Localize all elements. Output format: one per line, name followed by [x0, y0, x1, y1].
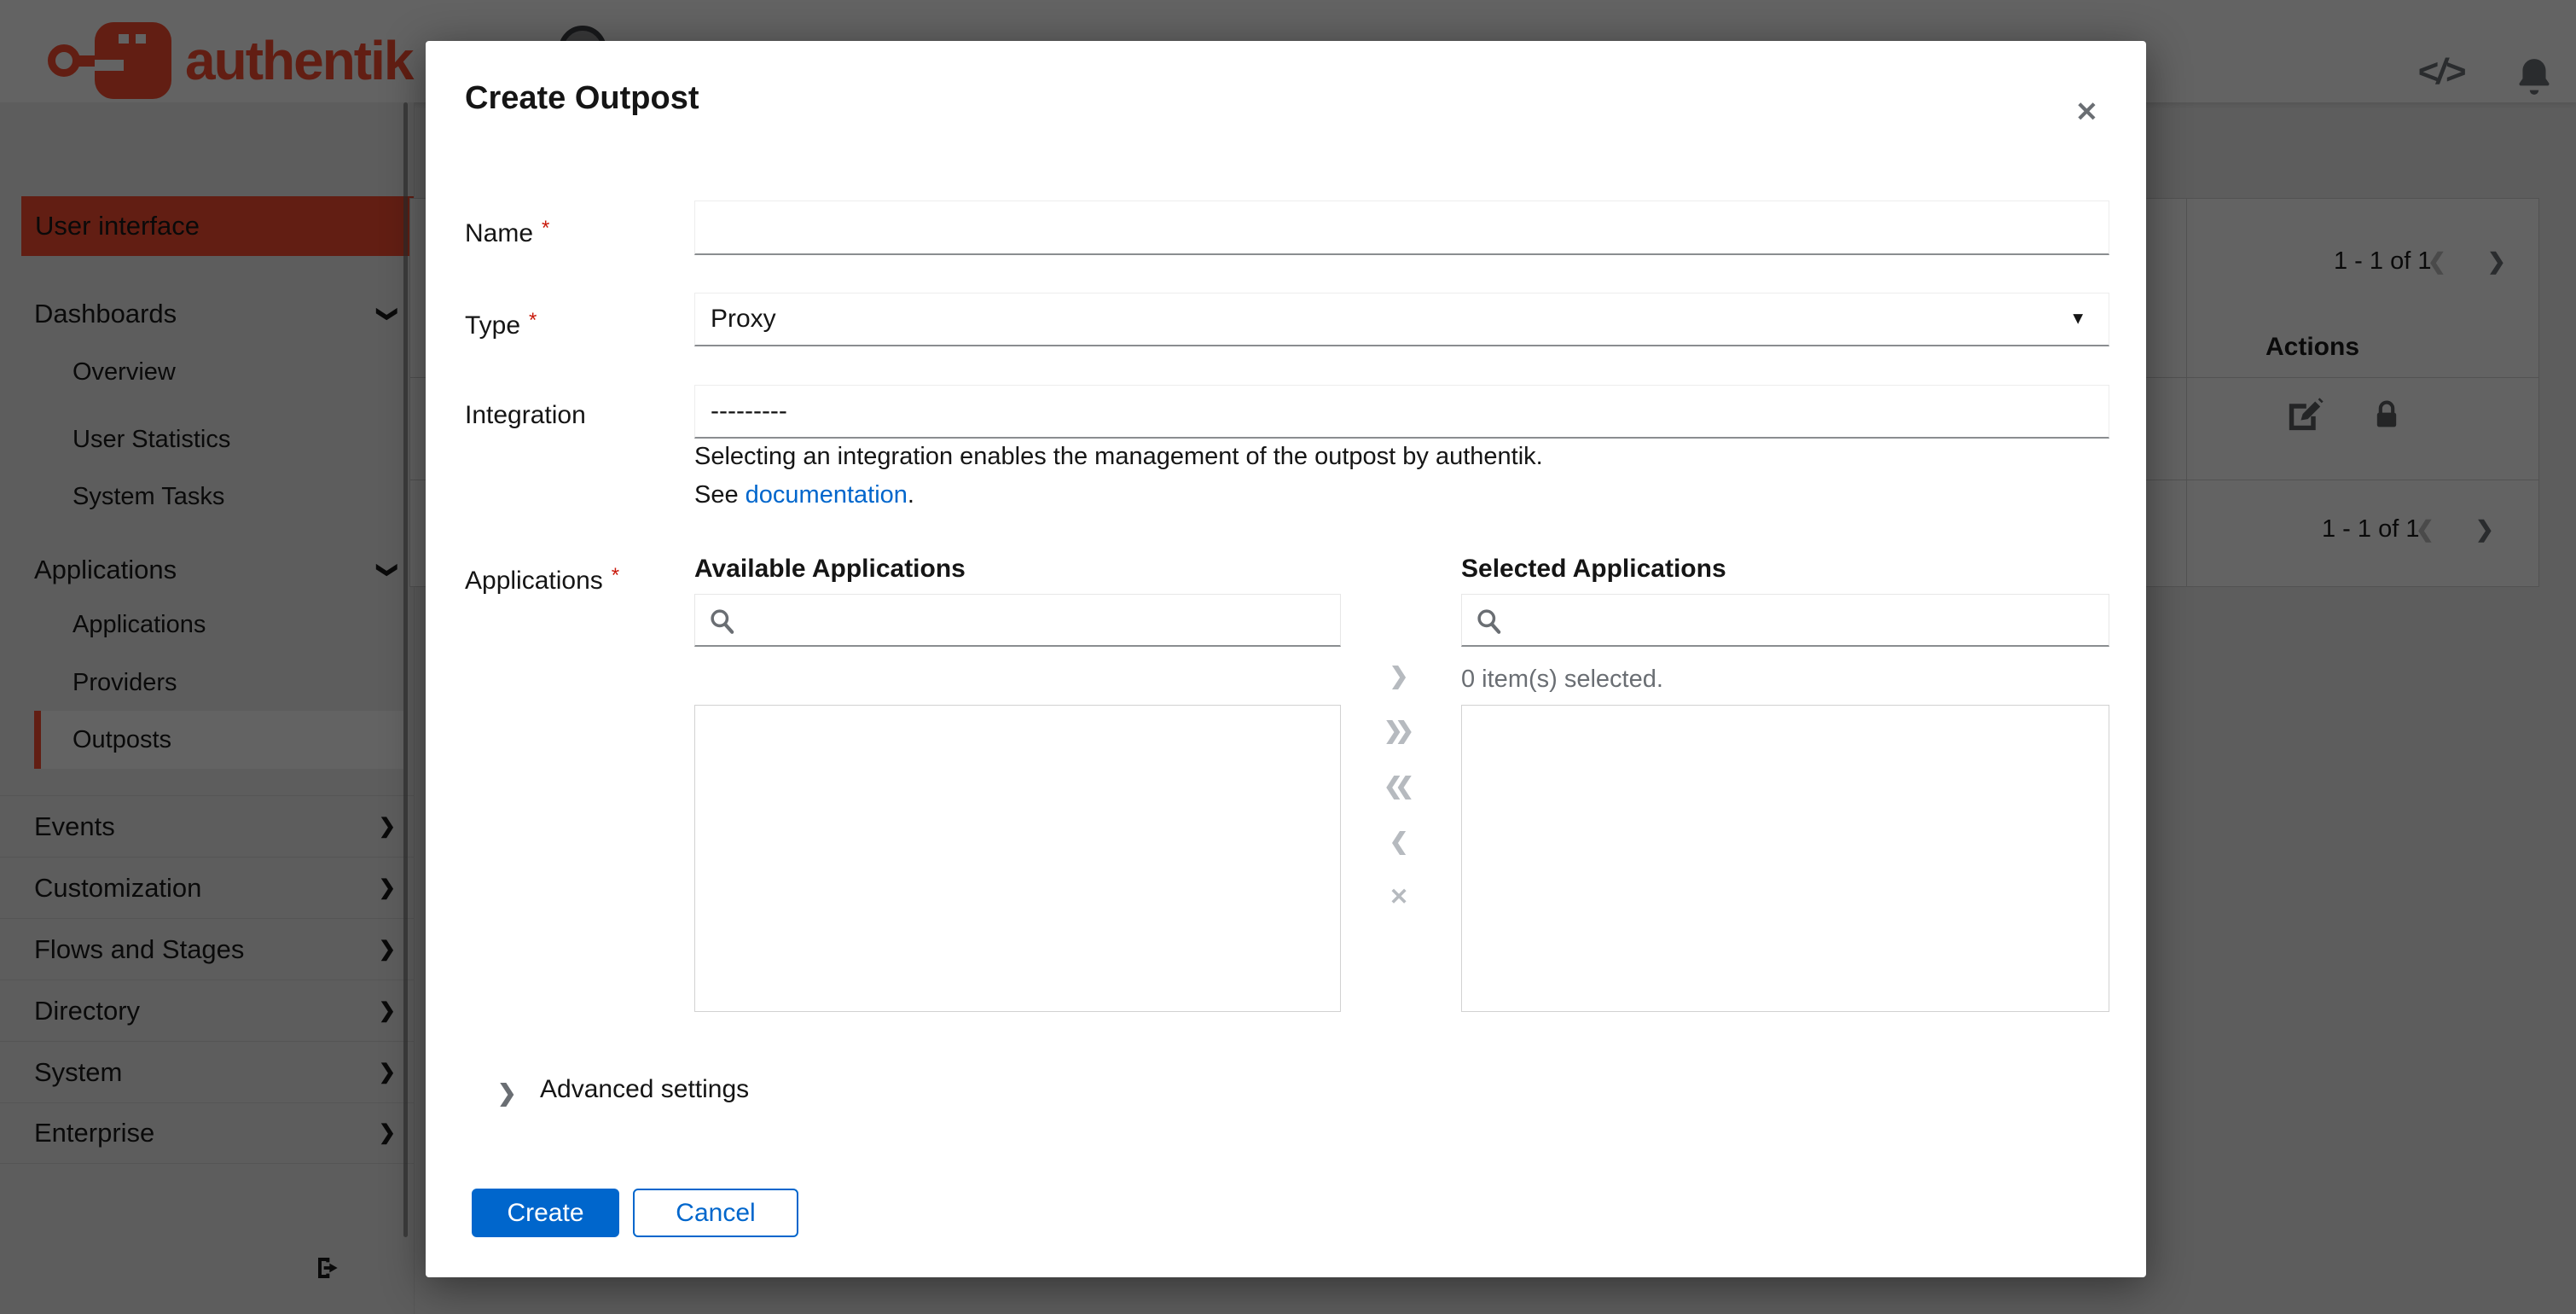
available-applications-listbox[interactable] — [694, 705, 1341, 1012]
required-asterisk: * — [542, 217, 550, 240]
selected-count-label: 0 item(s) selected. — [1461, 666, 1663, 693]
search-icon — [711, 609, 734, 634]
advanced-settings-toggle[interactable]: Advanced settings — [540, 1075, 749, 1104]
create-button[interactable]: Create — [472, 1189, 619, 1237]
transfer-add-icon[interactable]: ❯ — [1371, 657, 1427, 695]
documentation-link[interactable]: documentation — [746, 481, 908, 509]
caret-down-icon: ▼ — [2069, 309, 2086, 328]
transfer-clear-icon[interactable]: ✕ — [1371, 878, 1427, 916]
name-field[interactable] — [694, 201, 2109, 255]
chevron-right-icon[interactable]: ❯ — [497, 1080, 517, 1107]
required-asterisk: * — [529, 309, 537, 332]
integration-help-text: Selecting an integration enables the man… — [694, 443, 1543, 470]
selected-search — [1461, 594, 2109, 647]
selected-applications-title: Selected Applications — [1461, 555, 1726, 583]
transfer-add-all-icon[interactable]: ❯❯ — [1371, 712, 1427, 749]
type-label: Type * — [465, 309, 537, 340]
transfer-remove-all-icon[interactable]: ❮❮ — [1371, 767, 1427, 805]
integration-label: Integration — [465, 401, 586, 429]
required-asterisk: * — [611, 564, 620, 587]
available-search-input[interactable] — [746, 595, 1335, 646]
type-select[interactable]: Proxy ▼ — [694, 293, 2109, 346]
applications-label: Applications * — [465, 564, 620, 595]
type-select-value: Proxy — [711, 305, 776, 333]
app-screen: authentik </> User interface Dashboards … — [0, 0, 2576, 1314]
transfer-remove-icon[interactable]: ❮ — [1371, 823, 1427, 860]
integration-select[interactable]: --------- — [694, 385, 2109, 439]
integration-doc-line: See documentation. — [694, 481, 914, 509]
cancel-button[interactable]: Cancel — [633, 1189, 798, 1237]
available-applications-title: Available Applications — [694, 555, 966, 583]
available-search — [694, 594, 1341, 647]
modal-title: Create Outpost — [465, 80, 699, 116]
integration-select-value: --------- — [711, 397, 787, 425]
selected-search-input[interactable] — [1513, 595, 2103, 646]
close-icon[interactable]: ✕ — [2068, 89, 2105, 135]
create-outpost-modal: Create Outpost ✕ Name * Type * Proxy ▼ Int… — [426, 41, 2146, 1277]
selected-applications-listbox[interactable] — [1461, 705, 2109, 1012]
search-icon — [1477, 609, 1501, 634]
name-label: Name * — [465, 217, 550, 247]
